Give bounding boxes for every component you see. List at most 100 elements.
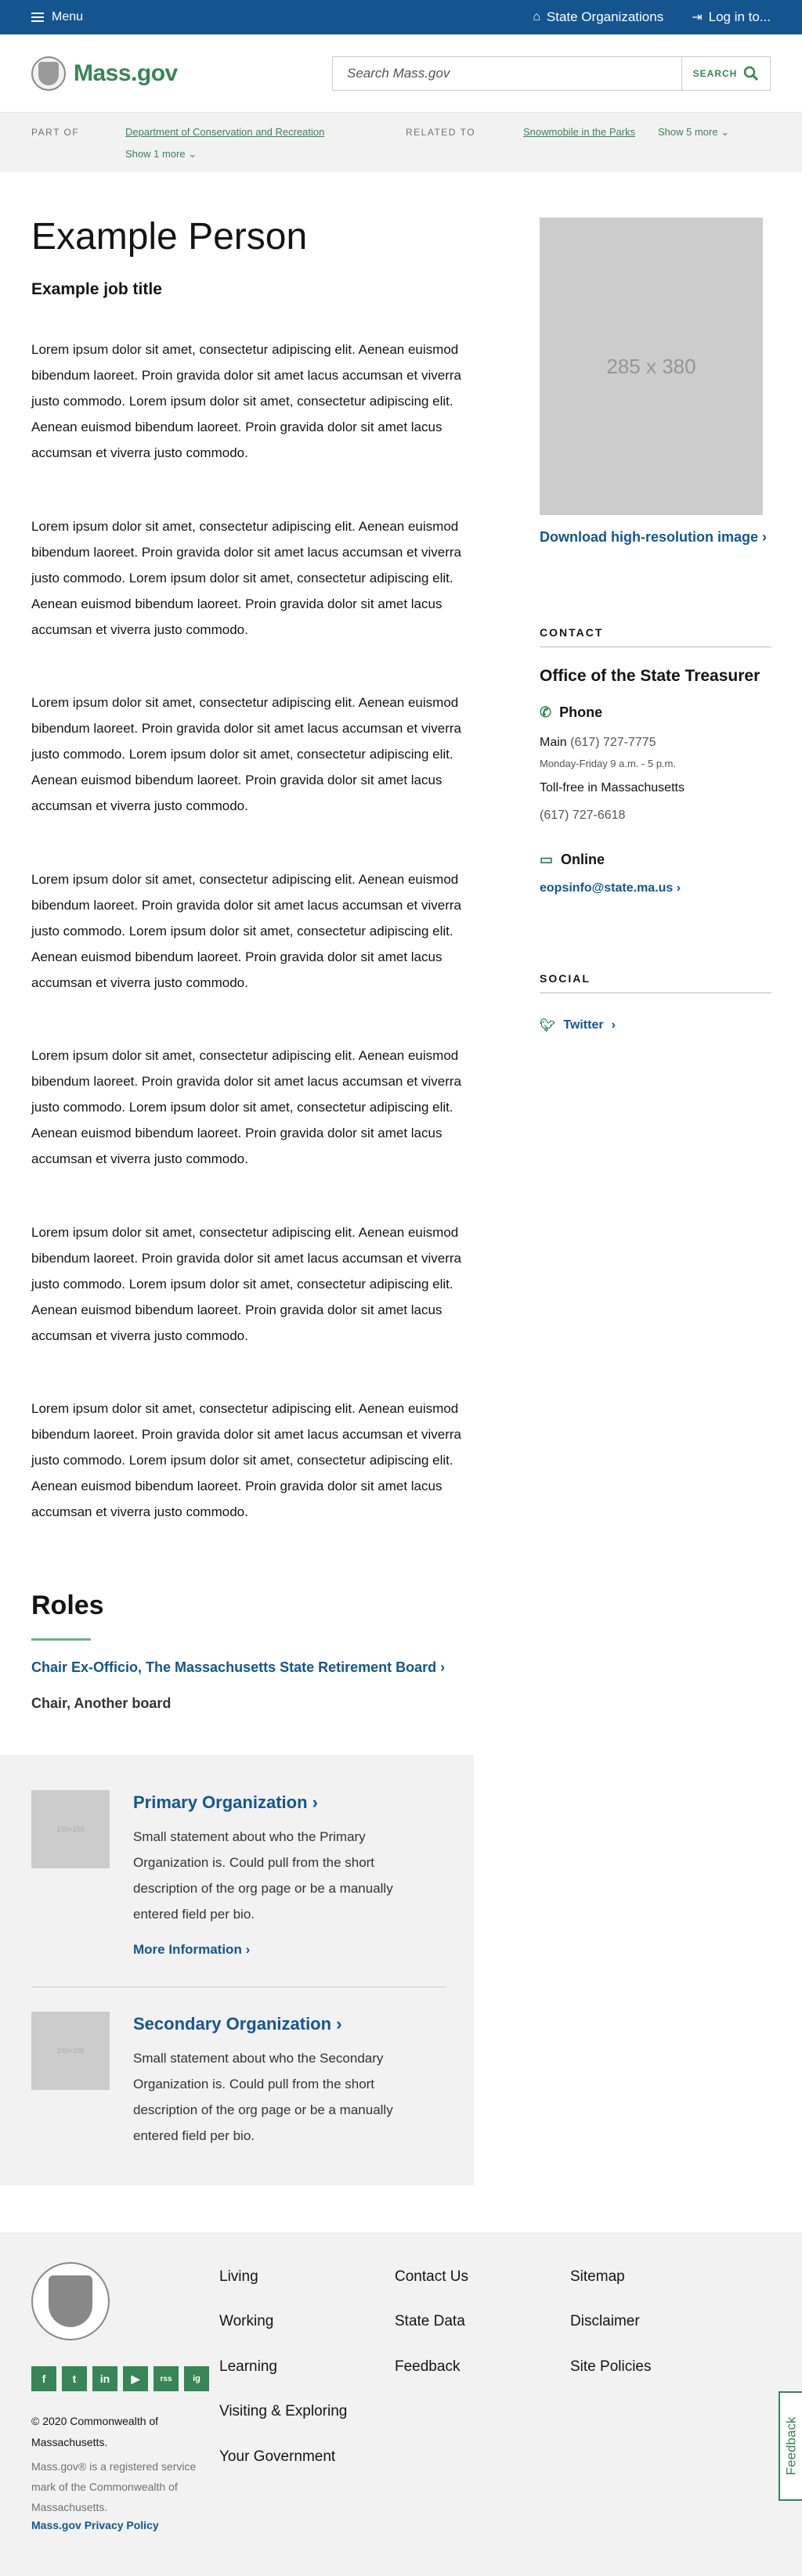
footer-link-feedback[interactable]: Feedback	[395, 2358, 460, 2376]
bio-paragraph: Lorem ipsum dolor sit amet, consectetur …	[31, 872, 461, 990]
trademark-text: Mass.gov® is a registered service mark o…	[31, 2460, 197, 2513]
more-information-label: More Information	[133, 1942, 242, 1957]
tollfree-number[interactable]: (617) 727-6618	[540, 809, 625, 823]
org-thumbnail: 100×100	[31, 1790, 110, 1868]
bio-paragraph: Lorem ipsum dolor sit amet, consectetur …	[31, 695, 461, 813]
footer-link-government[interactable]: Your Government	[219, 2448, 335, 2466]
primary-org-title: Primary Organization	[133, 1792, 308, 1812]
footer-link-learning[interactable]: Learning	[219, 2358, 277, 2376]
role-link[interactable]: Chair Ex-Officio, The Massachusetts Stat…	[31, 1659, 445, 1676]
download-label: Download high-resolution image	[540, 529, 758, 545]
footer-link-disclaimer[interactable]: Disclaimer	[570, 2313, 640, 2330]
footer-link-visiting[interactable]: Visiting & Exploring	[219, 2403, 347, 2420]
search-input[interactable]: Search Mass.gov	[333, 56, 682, 90]
laptop-icon: ▭	[540, 852, 554, 867]
chevron-down-icon: ⌄	[721, 126, 730, 138]
phone-icon: ✆	[540, 704, 552, 720]
arrow-right-icon: ›	[611, 1018, 616, 1032]
related-to-label: RELATED TO	[406, 127, 476, 138]
main-phone-label: Main	[540, 736, 567, 749]
arrow-right-icon: ›	[440, 1659, 446, 1675]
search-button[interactable]: SEARCH	[682, 57, 770, 90]
main-phone-number[interactable]: (617) 727-7775	[570, 736, 656, 749]
menu-label: Menu	[52, 10, 84, 23]
org-thumbnail-text: 100×100	[56, 1825, 85, 1833]
social-heading: SOCIAL	[540, 972, 771, 993]
menu-button[interactable]: Menu	[31, 10, 83, 24]
contact-heading: CONTACT	[540, 626, 771, 647]
contact-org-name: Office of the State Treasurer	[540, 667, 760, 685]
utility-bar: Menu ⌂ State Organizations ⇥ Log in to..…	[0, 0, 802, 34]
arrow-right-icon: ›	[312, 1792, 318, 1812]
privacy-policy-link[interactable]: Mass.gov Privacy Policy	[31, 2519, 159, 2531]
site-header: Mass.gov Search Mass.gov SEARCH	[0, 34, 802, 113]
part-of-label: PART OF	[31, 127, 80, 138]
copyright-text: © 2020 Commonwealth of Massachusetts.	[31, 2415, 159, 2448]
office-hours: Monday-Friday 9 a.m. - 5 p.m.	[540, 758, 677, 769]
online-heading: ▭ Online	[540, 852, 605, 868]
linkedin-icon[interactable]: in	[92, 2366, 117, 2391]
secondary-org-title: Secondary Organization	[133, 2014, 332, 2034]
email-label: eopsinfo@state.ma.us	[540, 881, 674, 895]
footer-link-working[interactable]: Working	[219, 2313, 273, 2330]
org-thumbnail: 100×100	[31, 2012, 110, 2090]
roles-divider	[31, 1638, 91, 1641]
twitter-label: Twitter	[563, 1018, 604, 1032]
twitter-link[interactable]: 🐦︎ Twitter ›	[540, 1018, 616, 1033]
arrow-right-icon: ›	[245, 1942, 251, 1957]
primary-org-link[interactable]: Primary Organization ›	[133, 1792, 318, 1813]
login-label: Log in to...	[708, 9, 771, 24]
part-of-show-more[interactable]: Show 1 more ⌄	[125, 148, 197, 160]
feedback-tab[interactable]: Feedback	[779, 2391, 802, 2501]
twitter-icon[interactable]: t	[62, 2366, 87, 2391]
chevron-down-icon: ⌄	[188, 148, 197, 160]
part-of-show-more-label: Show 1 more	[125, 148, 186, 160]
rss-icon[interactable]: rss	[154, 2366, 179, 2391]
phone-heading-label: Phone	[559, 704, 603, 720]
seal-icon	[31, 56, 66, 91]
footer-link-policies[interactable]: Site Policies	[570, 2358, 652, 2376]
profile-image: 285 x 380	[540, 218, 763, 515]
roles-heading: Roles	[31, 1591, 104, 1620]
page-title: Example Person	[31, 216, 308, 258]
facebook-icon[interactable]: f	[31, 2366, 56, 2391]
footer-seal-icon[interactable]	[31, 2262, 110, 2340]
bio-paragraph: Lorem ipsum dolor sit amet, consectetur …	[31, 1225, 461, 1343]
related-show-more-label: Show 5 more	[658, 126, 718, 138]
more-information-link[interactable]: More Information ›	[133, 1942, 250, 1958]
job-title: Example job title	[31, 280, 162, 298]
instagram-icon[interactable]: ig	[184, 2366, 209, 2391]
site-logo[interactable]: Mass.gov	[31, 56, 178, 91]
state-organizations-button[interactable]: ⌂ State Organizations	[533, 9, 663, 25]
org-thumbnail-text: 100×100	[56, 2047, 85, 2055]
twitter-icon: 🐦︎	[540, 1019, 556, 1032]
footer-link-state-data[interactable]: State Data	[395, 2313, 465, 2330]
search-button-label: SEARCH	[692, 67, 738, 79]
image-placeholder-text: 285 x 380	[606, 354, 696, 378]
download-image-link[interactable]: Download high-resolution image ›	[540, 524, 775, 549]
related-show-more[interactable]: Show 5 more ⌄	[658, 126, 729, 139]
bio-paragraph: Lorem ipsum dolor sit amet, consectetur …	[31, 342, 461, 460]
part-of-link[interactable]: Department of Conservation and Recreatio…	[125, 126, 324, 138]
state-organizations-label: State Organizations	[546, 9, 664, 24]
bio-paragraph: Lorem ipsum dolor sit amet, consectetur …	[31, 1048, 461, 1166]
secondary-org-link[interactable]: Secondary Organization ›	[133, 2014, 342, 2034]
logo-text: Mass.gov	[74, 59, 178, 86]
tollfree-label: Toll-free in Massachusetts	[540, 781, 685, 794]
online-heading-label: Online	[561, 852, 605, 867]
social-links: f t in ▶ rss ig	[31, 2366, 209, 2391]
relationship-bar: PART OF Department of Conservation and R…	[0, 113, 802, 172]
phone-heading: ✆ Phone	[540, 704, 602, 721]
login-icon: ⇥	[692, 11, 703, 24]
youtube-icon[interactable]: ▶	[123, 2366, 148, 2391]
login-button[interactable]: ⇥ Log in to...	[692, 9, 771, 25]
arrow-right-icon: ›	[336, 2014, 342, 2034]
email-link[interactable]: eopsinfo@state.ma.us ›	[540, 881, 681, 895]
hamburger-icon	[31, 13, 44, 22]
secondary-org-description: Small statement about who the Secondary …	[133, 2051, 393, 2143]
related-to-link[interactable]: Snowmobile in the Parks	[523, 126, 635, 138]
footer-link-contact[interactable]: Contact Us	[395, 2268, 468, 2286]
bio-paragraph: Lorem ipsum dolor sit amet, consectetur …	[31, 519, 461, 637]
footer-link-living[interactable]: Living	[219, 2268, 258, 2286]
footer-link-sitemap[interactable]: Sitemap	[570, 2268, 625, 2286]
